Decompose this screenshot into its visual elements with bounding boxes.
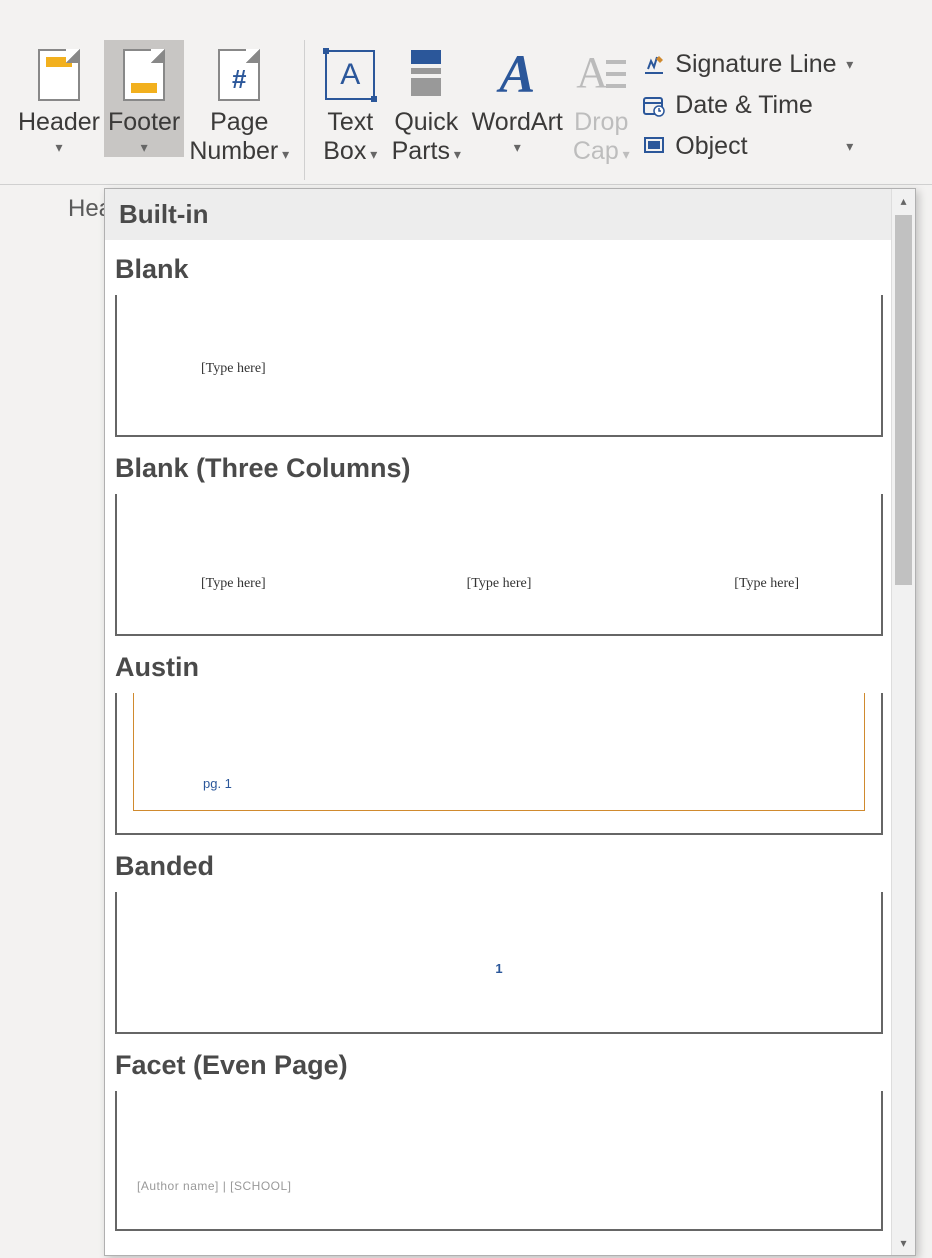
group-separator: [304, 40, 305, 180]
gallery-item-title: Banded: [105, 837, 891, 888]
header-button[interactable]: Header ▾: [14, 40, 104, 157]
footer-icon: [123, 46, 165, 104]
gallery-item-facet-even-page[interactable]: [Author name] | [SCHOOL]: [115, 1091, 883, 1231]
chevron-down-icon: ▾: [514, 139, 521, 155]
wordart-button[interactable]: A WordArt ▾: [467, 40, 567, 157]
wordart-label: WordArt: [472, 108, 563, 137]
chevron-down-icon: ▾: [55, 139, 62, 155]
austin-border: [133, 693, 865, 811]
object-icon: [641, 134, 667, 160]
text-box-button[interactable]: A Text Box ▾: [315, 40, 385, 168]
placeholder-text: [Type here]: [201, 361, 266, 377]
gallery-item-banded[interactable]: 1: [115, 892, 883, 1034]
quick-parts-label: Quick Parts ▾: [392, 108, 461, 166]
gallery-item-title: Austin: [105, 638, 891, 689]
chevron-down-icon: ▾: [846, 138, 853, 155]
placeholder-text: [Type here]: [734, 576, 799, 592]
scroll-thumb[interactable]: [895, 215, 912, 585]
page-text: pg. 1: [203, 776, 232, 791]
text-group-small-buttons: Signature Line ▾ Date & Time Object ▾: [635, 40, 859, 165]
gallery-item-blank[interactable]: [Type here]: [115, 295, 883, 437]
chevron-down-icon: ▾: [846, 56, 853, 73]
gallery-item-title: Facet (Even Page): [105, 1036, 891, 1087]
page-number-button[interactable]: # Page Number ▾: [184, 40, 294, 168]
scroll-up-button[interactable]: ▴: [892, 189, 915, 213]
gallery-item-title: Blank: [105, 240, 891, 291]
text-box-label: Text Box ▾: [323, 108, 377, 166]
wordart-icon: A: [499, 46, 535, 104]
gallery-item-blank-three-columns[interactable]: [Type here] [Type here] [Type here]: [115, 494, 883, 636]
gallery-item-title: Blank (Three Columns): [105, 439, 891, 490]
footer-gallery-dropdown: Built-in Blank [Type here] Blank (Three …: [104, 188, 916, 1256]
page-number-icon: #: [218, 46, 260, 104]
footer-button[interactable]: Footer ▾: [104, 40, 184, 157]
placeholder-text: [Type here]: [201, 576, 266, 592]
signature-line-label: Signature Line: [675, 50, 836, 79]
meta-text: [Author name] | [SCHOOL]: [137, 1179, 292, 1193]
gallery-scrollbar[interactable]: ▴ ▾: [891, 189, 915, 1255]
footer-gallery-list[interactable]: Built-in Blank [Type here] Blank (Three …: [105, 189, 891, 1255]
date-time-icon: [641, 93, 667, 119]
footer-label: Footer: [108, 108, 180, 137]
quick-parts-button[interactable]: Quick Parts ▾: [385, 40, 467, 168]
signature-line-icon: [641, 52, 667, 78]
drop-cap-label: Drop Cap ▾: [573, 108, 630, 166]
placeholder-text: [Type here]: [467, 576, 532, 592]
page-number-label: Page Number ▾: [189, 108, 289, 166]
drop-cap-icon: [576, 46, 626, 104]
gallery-item-austin[interactable]: pg. 1: [115, 693, 883, 835]
scroll-down-button[interactable]: ▾: [892, 1231, 915, 1255]
drop-cap-button: Drop Cap ▾: [567, 40, 635, 168]
object-button[interactable]: Object ▾: [635, 128, 859, 165]
page-number: 1: [495, 961, 502, 976]
chevron-down-icon: ▾: [141, 139, 148, 155]
ribbon-insert-section: Header ▾ Footer ▾ # Page Number ▾ A Text…: [0, 0, 932, 185]
gallery-category-header: Built-in: [105, 189, 891, 240]
header-label: Header: [18, 108, 100, 137]
date-time-label: Date & Time: [675, 91, 813, 120]
date-time-button[interactable]: Date & Time: [635, 87, 859, 124]
quick-parts-icon: [405, 46, 447, 104]
signature-line-button[interactable]: Signature Line ▾: [635, 46, 859, 83]
object-label: Object: [675, 132, 747, 161]
header-icon: [38, 46, 80, 104]
text-box-icon: A: [325, 46, 375, 104]
